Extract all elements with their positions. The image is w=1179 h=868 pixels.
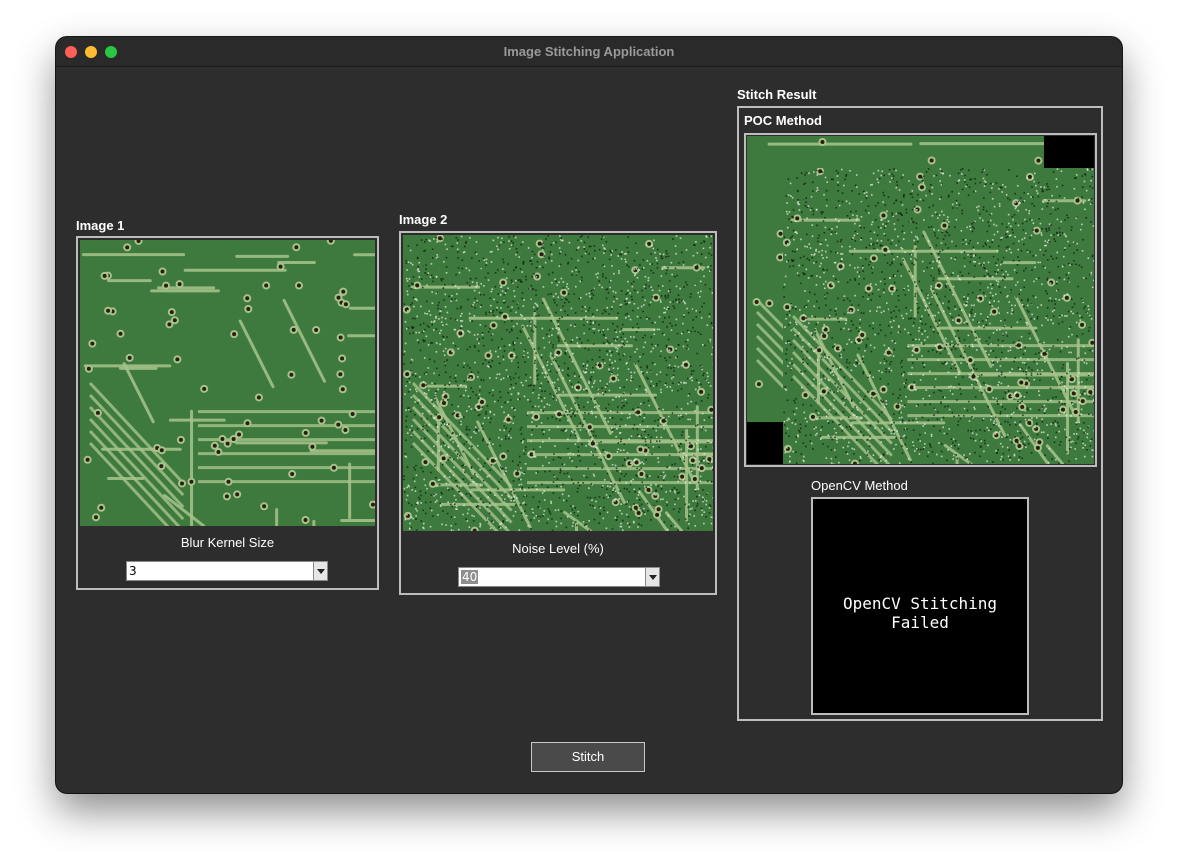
image1-label: Image 1 (76, 218, 125, 233)
poc-result-frame (744, 133, 1097, 467)
blur-kernel-label: Blur Kernel Size (180, 535, 275, 550)
chevron-down-icon[interactable] (645, 568, 659, 586)
image2-panel: Noise Level (%) 40 (399, 231, 717, 595)
image1-pcb-image (80, 240, 375, 526)
noise-level-label: Noise Level (%) (512, 541, 604, 556)
poc-method-label: POC Method (744, 113, 822, 128)
stitch-button[interactable]: Stitch (531, 742, 645, 772)
poc-result-view (747, 136, 1094, 464)
noise-level-value: 40 (461, 570, 479, 584)
poc-stitched-image (747, 136, 1094, 464)
window-title: Image Stitching Application (503, 44, 675, 59)
stitch-result-label: Stitch Result (737, 87, 817, 102)
image1-panel: Blur Kernel Size 3 (76, 236, 379, 590)
image2-view (403, 235, 713, 531)
stitch-result-panel: POC Method OpenCV Method OpenCV Stitchin… (737, 106, 1103, 721)
opencv-method-label: OpenCV Method (811, 478, 908, 493)
blur-kernel-value: 3 (129, 564, 137, 578)
image2-label: Image 2 (399, 212, 448, 227)
chevron-down-icon[interactable] (313, 562, 327, 580)
image1-view (80, 240, 375, 526)
image2-pcb-noisy-image (403, 235, 713, 531)
opencv-fail-message: OpenCV Stitching Failed (842, 594, 998, 632)
title-bar: Image Stitching Application (56, 37, 1122, 67)
blur-kernel-select[interactable]: 3 (126, 561, 328, 581)
app-window: Image Stitching Application Image 1 Blur… (56, 37, 1122, 793)
noise-level-select[interactable]: 40 (458, 567, 660, 587)
opencv-result-frame: OpenCV Stitching Failed (811, 497, 1029, 715)
